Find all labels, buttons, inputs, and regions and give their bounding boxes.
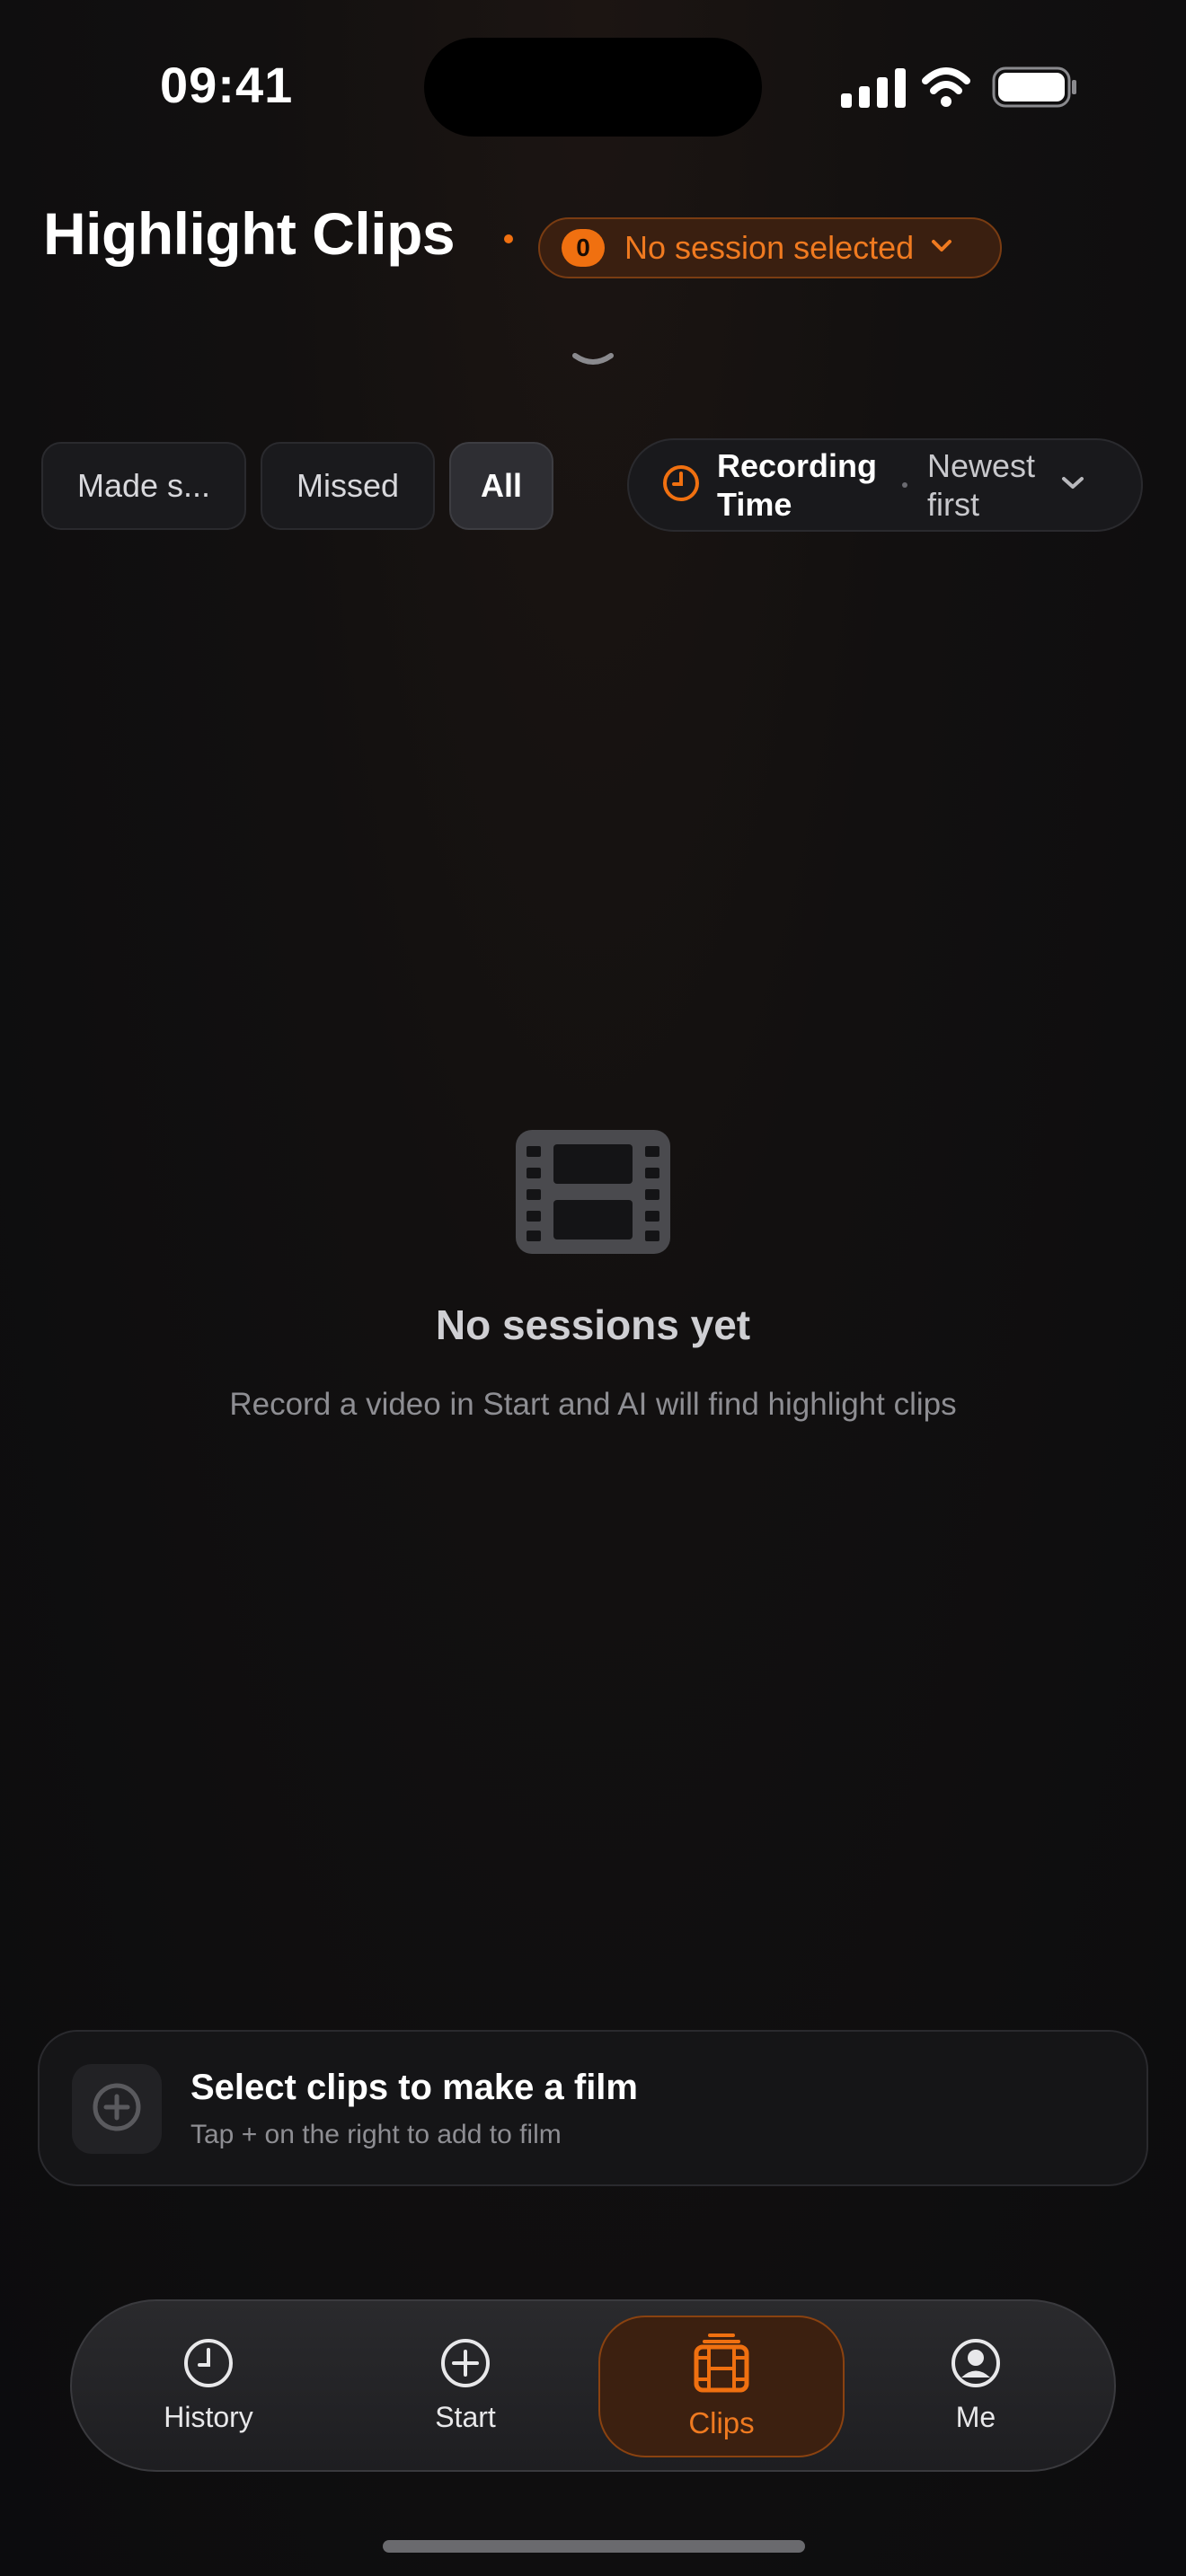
tab-start[interactable]: Start xyxy=(358,2301,573,2470)
status-icons xyxy=(839,63,1078,113)
make-film-subtitle: Tap + on the right to add to film xyxy=(190,2120,562,2149)
collapse-chevron-icon[interactable] xyxy=(570,348,616,375)
sort-field-label: Recording Time xyxy=(717,447,878,523)
chevron-down-icon xyxy=(930,238,953,259)
filter-all[interactable]: All xyxy=(449,442,553,530)
empty-state-subtitle: Record a video in Start and AI will find… xyxy=(229,1387,957,1422)
tab-start-label: Start xyxy=(435,2401,496,2433)
tab-clips-label: Clips xyxy=(688,2405,755,2439)
filter-made-shots[interactable]: Made s... xyxy=(41,442,246,530)
session-count-badge: 0 xyxy=(562,229,605,267)
tab-bar: History Start Clips Me xyxy=(70,2299,1116,2472)
sort-selector[interactable]: Recording Time Newest first xyxy=(627,438,1143,532)
tab-history[interactable]: History xyxy=(101,2301,316,2470)
title-separator-dot xyxy=(504,234,513,243)
session-selector[interactable]: 0 No session selected xyxy=(538,217,1002,278)
plus-circle-icon xyxy=(92,2082,142,2137)
cellular-signal-icon xyxy=(841,68,906,108)
add-to-film-button[interactable] xyxy=(72,2064,162,2154)
plus-circle-icon xyxy=(439,2337,491,2394)
page-title: Highlight Clips xyxy=(43,200,456,267)
sort-order-label: Newest first xyxy=(927,447,1036,523)
film-icon xyxy=(694,2333,749,2397)
chevron-down-icon xyxy=(1060,475,1085,496)
make-film-card[interactable]: Select clips to make a film Tap + on the… xyxy=(38,2030,1148,2186)
sort-separator-dot xyxy=(902,482,907,488)
tab-history-label: History xyxy=(164,2401,253,2433)
filter-missed[interactable]: Missed xyxy=(261,442,435,530)
status-time: 09:41 xyxy=(160,57,294,113)
person-icon xyxy=(950,2337,1002,2394)
empty-state-title: No sessions yet xyxy=(435,1301,751,1348)
clock-icon xyxy=(661,463,701,507)
tab-clips[interactable]: Clips xyxy=(598,2316,845,2457)
make-film-title: Select clips to make a film xyxy=(190,2068,638,2107)
session-selector-label: No session selected xyxy=(624,229,915,266)
film-icon xyxy=(516,1130,670,1258)
dynamic-island xyxy=(424,38,762,137)
home-indicator xyxy=(383,2540,805,2553)
tab-me-label: Me xyxy=(955,2401,996,2433)
clock-icon xyxy=(182,2337,235,2394)
wifi-icon xyxy=(922,67,970,94)
tab-me[interactable]: Me xyxy=(868,2301,1084,2470)
battery-icon xyxy=(992,66,1076,108)
